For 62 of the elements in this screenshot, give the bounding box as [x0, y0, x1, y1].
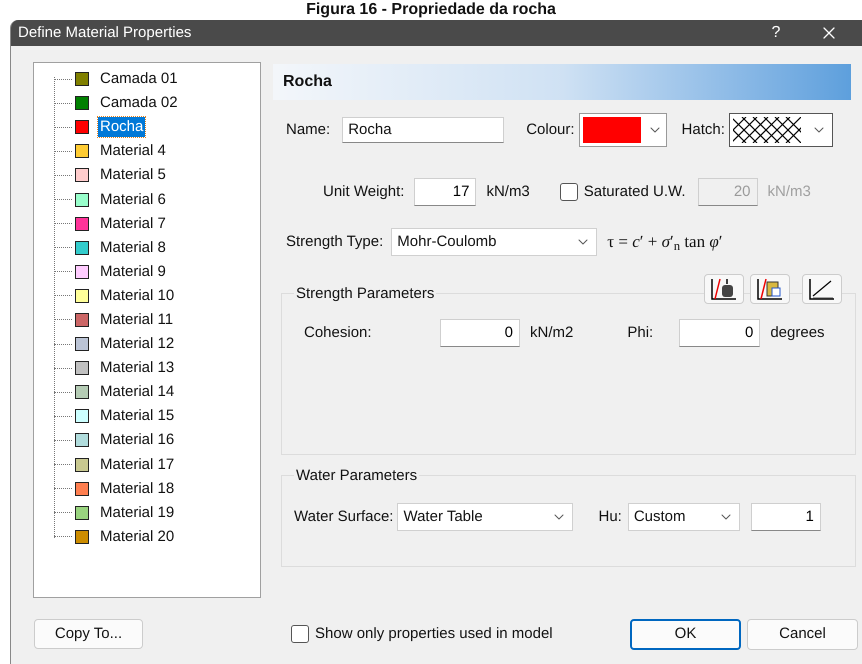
checkbox[interactable]	[560, 183, 578, 201]
paste-button[interactable]	[750, 274, 790, 304]
field-label: Hu:	[598, 506, 622, 527]
hu-field[interactable]: 1	[750, 503, 821, 531]
water-surface-dropdown[interactable]: Water Table	[397, 503, 574, 531]
tree-item[interactable]: Material 15	[98, 406, 176, 426]
tree-item[interactable]: Camada 01	[98, 69, 180, 90]
tree-item[interactable]: Material 19	[98, 502, 176, 523]
formula: τ = c′ + σ′$_{n}$ tan φ′	[607, 231, 722, 255]
name-field[interactable]: Rocha	[342, 117, 504, 143]
tree-item[interactable]: Material 16	[98, 430, 176, 450]
tree-item[interactable]: Material 17	[98, 454, 176, 475]
tree-item[interactable]: Camada 02	[98, 93, 180, 114]
field-label: Cohesion:	[304, 322, 373, 343]
tree-item[interactable]: Material 7	[98, 214, 168, 234]
dialog-button[interactable]: OK	[630, 618, 741, 650]
envelope-button[interactable]	[802, 274, 842, 304]
colour-dropdown[interactable]	[578, 113, 667, 147]
tree-item[interactable]: Material 20	[98, 526, 176, 547]
hatch-dropdown[interactable]	[728, 113, 833, 147]
window-title: Define Material Properties	[18, 22, 192, 43]
section-title: Rocha	[283, 72, 332, 92]
field-label: Hatch:	[682, 120, 725, 140]
field-label: Name:	[286, 120, 330, 140]
tree-item[interactable]: Material 10	[98, 286, 176, 306]
chart-cylinder-icon	[709, 277, 739, 301]
field-label: Water Surface:	[294, 506, 394, 527]
unit-label: kN/m2	[530, 322, 574, 343]
field-label: Phi:	[627, 322, 654, 343]
load-button[interactable]	[704, 274, 744, 304]
hatch-pattern-icon	[732, 117, 801, 143]
copy-to-button[interactable]: Copy To...	[34, 619, 143, 649]
chart-clipboard-icon	[755, 277, 785, 301]
strength-type-dropdown[interactable]: Mohr-Coulomb	[391, 228, 598, 256]
tree-item[interactable]: Material 9	[98, 262, 168, 282]
checkbox-label: Saturated U.W.	[584, 182, 686, 202]
tree-item[interactable]: Material 12	[98, 334, 176, 354]
tree-item[interactable]: Material 13	[98, 358, 176, 378]
unit-label: kN/m3	[486, 182, 530, 202]
hu-dropdown[interactable]: Custom	[628, 503, 740, 531]
dialog-button[interactable]: Cancel	[747, 618, 858, 650]
checkbox-label: Show only properties used in model	[315, 624, 553, 644]
tree-item[interactable]: Rocha	[98, 117, 146, 138]
tree-item[interactable]: Material 11	[98, 310, 176, 330]
tree-item[interactable]: Material 14	[98, 382, 176, 402]
tree-item[interactable]: Material 18	[98, 478, 176, 499]
unit-label: degrees	[770, 322, 825, 343]
figure-caption: Figura 16 - Propriedade da rocha	[306, 2, 556, 18]
tree-item[interactable]: Material 4	[98, 141, 168, 162]
parameter-field[interactable]: 0	[679, 319, 760, 347]
help-button[interactable]: ?	[756, 21, 796, 45]
tree-item[interactable]: Material 8	[98, 238, 168, 258]
field-label: Unit Weight:	[323, 182, 404, 202]
tree-item[interactable]: Material 5	[98, 165, 168, 186]
unit-weight-field[interactable]: 17	[414, 178, 476, 206]
checkbox[interactable]	[291, 625, 309, 643]
field-label: Colour:	[526, 120, 575, 140]
tree-item[interactable]: Material 6	[98, 190, 168, 210]
shear-plot-icon	[807, 277, 837, 301]
parameter-field[interactable]: 0	[440, 319, 520, 347]
field-label: Strength Type:	[286, 232, 384, 252]
unit-label: kN/m3	[768, 182, 811, 202]
